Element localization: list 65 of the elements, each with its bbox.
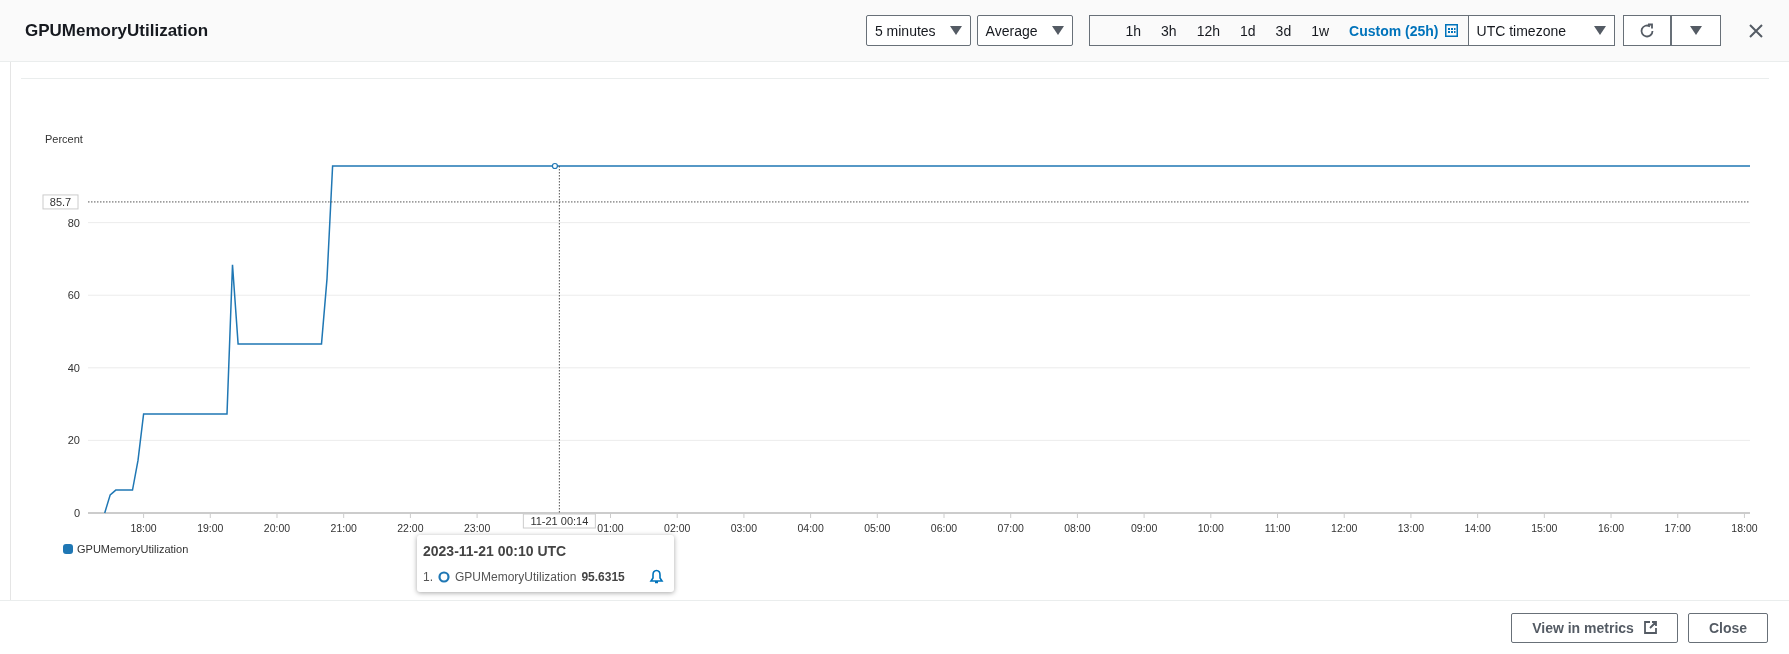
timezone-select[interactable]: UTC timezone bbox=[1467, 16, 1614, 45]
x-tick-label: 09:00 bbox=[1131, 522, 1158, 534]
time-range-tab[interactable]: 3d bbox=[1265, 16, 1302, 45]
legend-label: GPUMemoryUtilization bbox=[77, 543, 189, 555]
statistic-select[interactable]: Average bbox=[976, 15, 1073, 46]
y-tick-label: 0 bbox=[73, 507, 80, 519]
x-tick-label: 17:00 bbox=[1664, 522, 1691, 534]
bell-icon[interactable] bbox=[649, 569, 664, 584]
y-tick-label: 80 bbox=[67, 216, 80, 229]
tooltip-index: 1. bbox=[423, 569, 433, 584]
x-tick-label: 16:00 bbox=[1597, 522, 1625, 534]
x-tick-label: 15:00 bbox=[1531, 522, 1558, 534]
x-tick-label: 10:00 bbox=[1197, 522, 1224, 534]
ref-line-label: 11-21 00:14 bbox=[530, 515, 589, 527]
refresh-icon bbox=[1639, 22, 1655, 39]
time-range-tab[interactable]: 1w bbox=[1301, 16, 1340, 45]
x-tick-label: 19:00 bbox=[197, 522, 224, 534]
x-tick-label: 21:00 bbox=[330, 522, 357, 534]
view-in-metrics-button[interactable]: View in metrics bbox=[1511, 612, 1678, 643]
threshold-value: 85.7 bbox=[42, 194, 79, 210]
actions-dropdown[interactable] bbox=[1671, 15, 1721, 46]
x-tick-label: 22:00 bbox=[397, 522, 424, 534]
time-range-tab[interactable]: 1h bbox=[1115, 16, 1152, 45]
x-tick-label: 14:00 bbox=[1464, 522, 1491, 534]
tooltip-value: 95.6315 bbox=[581, 569, 625, 584]
dialog-title: GPUMemoryUtilization bbox=[25, 20, 210, 41]
x-tick-label: 13:00 bbox=[1397, 522, 1425, 534]
caret-icon bbox=[949, 26, 962, 35]
time-range-tab[interactable]: 3h bbox=[1151, 16, 1187, 45]
close-icon bbox=[1749, 23, 1763, 38]
x-tick-label: 07:00 bbox=[997, 522, 1024, 534]
calendar-icon bbox=[1444, 24, 1458, 37]
period-select[interactable]: 5 minutes bbox=[865, 15, 971, 46]
x-tick-label: 20:00 bbox=[263, 522, 291, 534]
crosshair-time: 11-21 00:14 bbox=[522, 513, 596, 529]
x-tick-label: 02:00 bbox=[664, 522, 691, 534]
x-tick-label: 23:00 bbox=[463, 522, 491, 534]
ref-line-label: 85.7 bbox=[49, 195, 72, 208]
unit-label: Percent bbox=[45, 133, 83, 145]
x-tick-label: 05:00 bbox=[864, 522, 891, 534]
external-link-icon bbox=[1643, 621, 1657, 634]
x-tick-label: 11:00 bbox=[1264, 522, 1291, 534]
tooltip-metric: GPUMemoryUtilization bbox=[455, 569, 577, 584]
time-range-tab[interactable]: 1d bbox=[1230, 16, 1266, 45]
time-range-tab[interactable]: Custom (25h) bbox=[1339, 16, 1468, 45]
time-range-tab[interactable]: 12h bbox=[1186, 16, 1230, 45]
caret-icon bbox=[1051, 26, 1064, 35]
caret-icon bbox=[1690, 26, 1702, 35]
x-tick-label: 08:00 bbox=[1064, 522, 1091, 534]
x-tick-label: 04:00 bbox=[797, 522, 824, 534]
hover-point bbox=[551, 162, 558, 170]
x-tick-label: 18:00 bbox=[130, 522, 157, 534]
y-tick-label: 60 bbox=[67, 289, 80, 302]
caret-icon bbox=[1594, 26, 1606, 35]
close-dialog-button[interactable]: Close bbox=[1687, 612, 1768, 643]
series-marker-icon bbox=[438, 570, 450, 583]
tooltip-title: 2023-11-21 00:10 UTC bbox=[423, 543, 568, 559]
x-tick-label: 01:00 bbox=[597, 522, 624, 534]
y-tick-label: 40 bbox=[67, 361, 80, 374]
x-tick-label: 06:00 bbox=[930, 522, 958, 534]
x-tick-label: 12:00 bbox=[1331, 522, 1358, 534]
y-tick-label: 20 bbox=[67, 434, 80, 447]
x-tick-label: 18:00 bbox=[1731, 522, 1758, 534]
refresh-button[interactable] bbox=[1623, 15, 1671, 46]
x-tick-label: 03:00 bbox=[730, 522, 758, 534]
